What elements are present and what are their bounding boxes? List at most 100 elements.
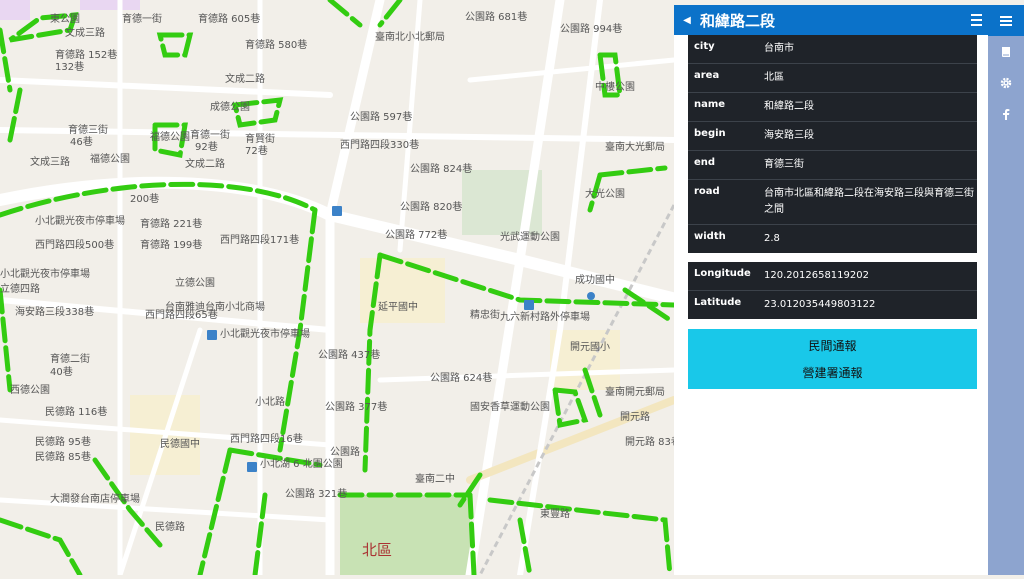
svg-text:東豐路: 東豐路 xyxy=(540,507,570,520)
attribute-key: road xyxy=(694,186,720,197)
svg-text:西門路四段500巷: 西門路四段500巷 xyxy=(35,238,114,251)
svg-text:育德路 152巷: 育德路 152巷 xyxy=(55,48,117,61)
svg-text:開元國小: 開元國小 xyxy=(570,341,610,353)
svg-text:育德一街: 育德一街 xyxy=(122,12,162,25)
gear-icon[interactable] xyxy=(988,67,1024,98)
svg-text:育德一街: 育德一街 xyxy=(190,128,230,141)
svg-text:國安香草運動公園: 國安香草運動公園 xyxy=(470,400,550,413)
svg-text:臺南大光郵局: 臺南大光郵局 xyxy=(605,140,665,153)
svg-text:福德公園: 福德公園 xyxy=(150,130,190,143)
svg-text:育德路 605巷: 育德路 605巷 xyxy=(198,12,260,25)
panel-title: 和緯路二段 xyxy=(700,11,776,30)
svg-text:東公園: 東公園 xyxy=(50,12,80,25)
svg-text:精忠街: 精忠街 xyxy=(470,308,500,321)
svg-text:公園路 597巷: 公園路 597巷 xyxy=(350,110,412,123)
table-row: end 育德三街 xyxy=(688,151,977,180)
svg-text:西門路四段65巷: 西門路四段65巷 xyxy=(145,308,218,321)
svg-text:育賢街: 育賢街 xyxy=(245,132,275,145)
hamburger-menu-icon[interactable] xyxy=(964,14,988,26)
attribute-value: 台南市 xyxy=(764,43,794,54)
svg-text:46巷: 46巷 xyxy=(70,136,93,148)
svg-text:福德公園: 福德公園 xyxy=(90,152,130,165)
svg-text:小北觀光夜市停車場: 小北觀光夜市停車場 xyxy=(35,214,125,227)
coordinate-key: Latitude xyxy=(694,297,742,308)
svg-text:72巷: 72巷 xyxy=(245,145,268,157)
svg-text:西門路四段171巷: 西門路四段171巷 xyxy=(220,233,299,246)
svg-text:132巷: 132巷 xyxy=(55,61,84,73)
attribute-key: city xyxy=(694,41,715,52)
svg-text:西門路四段330巷: 西門路四段330巷 xyxy=(340,138,419,151)
attribute-key: end xyxy=(694,157,716,168)
svg-text:公園路 994巷: 公園路 994巷 xyxy=(560,22,622,35)
svg-text:民德路 85巷: 民德路 85巷 xyxy=(35,450,91,463)
svg-text:小北觀光夜市停車場: 小北觀光夜市停車場 xyxy=(220,327,310,340)
attribute-value: 海安路三段 xyxy=(764,130,814,141)
area-block xyxy=(80,0,140,10)
svg-text:公園路 772巷: 公園路 772巷 xyxy=(385,228,447,241)
svg-text:延平國中: 延平國中 xyxy=(378,300,418,313)
right-sidebar xyxy=(988,5,1024,575)
facebook-icon[interactable] xyxy=(988,98,1024,129)
svg-text:文成三路: 文成三路 xyxy=(65,26,105,39)
menu-icon[interactable] xyxy=(988,5,1024,36)
svg-text:民德國中: 民德國中 xyxy=(160,437,200,450)
svg-text:民德路: 民德路 xyxy=(155,520,185,533)
svg-text:中樓公園: 中樓公園 xyxy=(595,80,635,93)
svg-text:立德四路: 立德四路 xyxy=(0,282,40,295)
svg-text:育德二街: 育德二街 xyxy=(50,352,90,365)
attribute-value: 2.8 xyxy=(764,233,780,244)
table-row: area 北區 xyxy=(688,64,977,93)
info-panel: ◀ 和緯路二段 city 台南市 area 北區 name 和緯路二段 begi… xyxy=(674,5,988,575)
book-icon[interactable] xyxy=(988,36,1024,67)
svg-text:公園路 681巷: 公園路 681巷 xyxy=(465,10,527,23)
svg-text:開元路: 開元路 xyxy=(620,410,650,423)
svg-text:文成三路: 文成三路 xyxy=(30,155,70,168)
svg-text:臺南北小北郵局: 臺南北小北郵局 xyxy=(375,30,445,43)
table-row: begin 海安路三段 xyxy=(688,122,977,151)
attribute-key: name xyxy=(694,99,726,110)
svg-text:西門路四段16巷: 西門路四段16巷 xyxy=(230,432,303,445)
svg-text:公園路 377巷: 公園路 377巷 xyxy=(325,400,387,413)
svg-text:公園路 624巷: 公園路 624巷 xyxy=(430,371,492,384)
table-row: city 台南市 xyxy=(688,35,977,64)
table-row: name 和緯路二段 xyxy=(688,93,977,122)
public-report-button[interactable]: 民間通報 xyxy=(808,337,856,354)
table-row: Longitude 120.2012658119202 xyxy=(688,262,977,291)
svg-text:民德路 116巷: 民德路 116巷 xyxy=(45,405,107,418)
svg-text:西德公園: 西德公園 xyxy=(10,383,50,396)
svg-text:92巷: 92巷 xyxy=(195,141,218,153)
svg-text:大潤發台南店停車場: 大潤發台南店停車場 xyxy=(50,492,140,505)
svg-text:成功國中: 成功國中 xyxy=(575,273,615,286)
svg-text:臺南開元郵局: 臺南開元郵局 xyxy=(605,385,665,398)
svg-text:公園路 820巷: 公園路 820巷 xyxy=(400,200,462,213)
cpami-report-button[interactable]: 營建署通報 xyxy=(802,364,862,381)
attribute-table: city 台南市 area 北區 name 和緯路二段 begin 海安路三段 … xyxy=(688,35,977,253)
svg-text:小北路: 小北路 xyxy=(255,395,285,408)
svg-text:公園路 321巷: 公園路 321巷 xyxy=(285,487,347,500)
attribute-value: 台南市北區和緯路二段在海安路三段與育德三街之間 xyxy=(764,188,974,215)
report-box: 民間通報 營建署通報 xyxy=(688,329,977,389)
table-row: Latitude 23.012035449803122 xyxy=(688,291,977,319)
svg-text:臺南二中: 臺南二中 xyxy=(415,472,455,485)
coordinate-value: 23.012035449803122 xyxy=(764,299,876,310)
attribute-value: 和緯路二段 xyxy=(764,101,814,112)
back-arrow-icon[interactable]: ◀ xyxy=(674,15,700,26)
attribute-key: begin xyxy=(694,128,726,139)
svg-text:公園路 437巷: 公園路 437巷 xyxy=(318,348,380,361)
svg-text:開元路 83巷: 開元路 83巷 xyxy=(625,435,681,448)
svg-text:文成二路: 文成二路 xyxy=(185,157,225,170)
attribute-key: area xyxy=(694,70,720,81)
svg-text:光武運動公園: 光武運動公園 xyxy=(500,230,560,243)
table-row: road 台南市北區和緯路二段在海安路三段與育德三街之間 xyxy=(688,180,977,225)
svg-text:成德公園: 成德公園 xyxy=(210,100,250,113)
svg-text:九六新村路外停車場: 九六新村路外停車場 xyxy=(500,310,590,323)
panel-header: ◀ 和緯路二段 xyxy=(674,5,988,35)
svg-text:小北湖 6 北園公園: 小北湖 6 北園公園 xyxy=(260,458,343,470)
coordinate-table: Longitude 120.2012658119202 Latitude 23.… xyxy=(688,262,977,319)
coordinate-value: 120.2012658119202 xyxy=(764,270,869,281)
svg-text:200巷: 200巷 xyxy=(130,193,159,205)
svg-text:育德路 580巷: 育德路 580巷 xyxy=(245,38,307,51)
svg-text:育德路 199巷: 育德路 199巷 xyxy=(140,238,202,251)
svg-text:公園路: 公園路 xyxy=(330,445,360,458)
coordinate-key: Longitude xyxy=(694,268,751,279)
